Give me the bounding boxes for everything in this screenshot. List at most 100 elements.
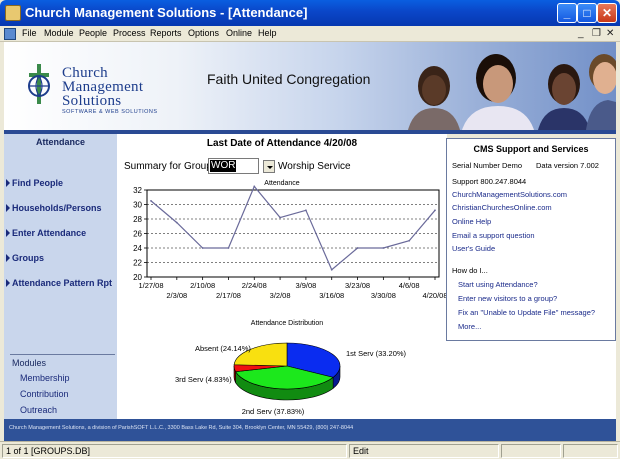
module-contribution[interactable]: Contribution	[20, 389, 69, 399]
pie-label: 2nd Serv (37.83%)	[242, 407, 305, 416]
menu-bar: File Module People Process Reports Optio…	[0, 26, 620, 42]
menu-online[interactable]: Online	[226, 28, 252, 38]
modules-divider	[10, 354, 115, 355]
pie-label: Absent (24.14%)	[195, 344, 251, 353]
x-tick-label: 3/9/08	[295, 281, 316, 290]
mdi-close-button[interactable]: ✕	[606, 28, 614, 39]
status-mode: Edit	[349, 444, 499, 458]
arrow-right-icon	[6, 254, 10, 262]
status-record: 1 of 1 [GROUPS.DB]	[2, 444, 347, 458]
data-point	[279, 216, 281, 219]
sidebar-title: Attendance	[35, 137, 85, 147]
sidebar-item-attendance-pattern[interactable]: Attendance Pattern Rpt	[6, 278, 112, 288]
footer-bar: Church Management Solutions, a division …	[4, 419, 616, 441]
status-cell-4	[563, 444, 618, 458]
x-tick-label: 2/10/08	[190, 281, 215, 290]
link-cms-website[interactable]: ChurchManagementSolutions.com	[452, 190, 567, 199]
pie-label: 3rd Serv (4.83%)	[175, 375, 232, 384]
data-point	[201, 247, 204, 249]
link-email-support[interactable]: Email a support question	[452, 231, 535, 240]
close-button[interactable]: ✕	[597, 3, 617, 23]
data-point	[305, 209, 307, 212]
group-name: Worship Service	[278, 161, 351, 172]
chart-title: Attendance	[264, 180, 300, 187]
data-point	[434, 209, 436, 212]
x-tick-label: 3/30/08	[371, 291, 396, 300]
sidebar: Attendance Find People Households/Person…	[4, 134, 117, 419]
howto-start-attendance[interactable]: Start using Attendance?	[458, 280, 538, 289]
minimize-button[interactable]: _	[557, 3, 577, 23]
link-online-help[interactable]: Online Help	[452, 217, 491, 226]
modules-title: Modules	[12, 358, 47, 368]
x-tick-label: 3/16/08	[319, 291, 344, 300]
menu-help[interactable]: Help	[258, 28, 277, 38]
window-title: Church Management Solutions - [Attendanc…	[25, 5, 308, 20]
data-point	[382, 247, 385, 249]
support-panel: CMS Support and Services Serial Number D…	[446, 138, 616, 341]
attendance-pie-chart: Attendance Distribution 1st Serv (33.20%)…	[175, 320, 407, 416]
app-icon[interactable]	[5, 5, 21, 21]
support-title: CMS Support and Services	[473, 144, 589, 154]
data-version: Data version 7.002	[536, 161, 599, 170]
module-membership[interactable]: Membership	[20, 373, 70, 383]
document-icon[interactable]	[4, 28, 16, 40]
link-users-guide[interactable]: User's Guide	[452, 244, 495, 253]
sidebar-item-households[interactable]: Households/Persons	[6, 203, 102, 213]
menu-process[interactable]: Process	[113, 28, 146, 38]
data-point	[408, 239, 411, 242]
mdi-restore-button[interactable]: ❐	[592, 28, 601, 39]
howto-enter-visitors[interactable]: Enter new visitors to a group?	[458, 294, 557, 303]
menu-module[interactable]: Module	[44, 28, 74, 38]
support-phone: Support 800.247.8044	[452, 177, 527, 186]
x-tick-label: 3/23/08	[345, 281, 370, 290]
x-tick-label: 2/17/08	[216, 291, 241, 300]
menu-reports[interactable]: Reports	[150, 28, 182, 38]
group-code: WOR	[210, 160, 237, 172]
maximize-button[interactable]: □	[577, 3, 597, 23]
y-tick-label: 32	[133, 186, 142, 195]
howto-fix-update-file[interactable]: Fix an "Unable to Update File" message?	[458, 308, 595, 317]
menu-file[interactable]: File	[22, 28, 37, 38]
logo-wordmark: Church Management Solutions	[62, 65, 144, 109]
y-tick-label: 28	[133, 215, 142, 224]
x-tick-label: 3/2/08	[270, 291, 291, 300]
arrow-right-icon	[6, 229, 10, 237]
serial-number: Serial Number Demo	[452, 161, 523, 170]
link-churches-online[interactable]: ChristianChurchesOnline.com	[452, 203, 552, 212]
howto-more[interactable]: More...	[458, 322, 481, 331]
page-title: Last Date of Attendance 4/20/08	[206, 138, 358, 149]
logo-tagline: SOFTWARE & WEB SOLUTIONS	[62, 109, 158, 115]
congregation-photo	[408, 54, 616, 130]
x-tick-label: 2/24/08	[242, 281, 267, 290]
x-tick-label: 1/27/08	[138, 281, 163, 290]
right-panel-background	[446, 341, 616, 419]
data-point	[253, 185, 256, 188]
data-point	[330, 268, 333, 271]
title-bar: Church Management Solutions - [Attendanc…	[0, 0, 620, 26]
x-tick-label: 2/3/08	[166, 291, 187, 300]
y-tick-label: 26	[133, 230, 142, 239]
sidebar-item-groups[interactable]: Groups	[6, 253, 44, 263]
congregation-name: Faith United Congregation	[207, 71, 371, 87]
group-select[interactable]: WOR	[208, 158, 259, 174]
sidebar-item-find-people[interactable]: Find People	[6, 178, 63, 188]
header-banner: Church Management Solutions SOFTWARE & W…	[4, 42, 616, 130]
mdi-minimize-button[interactable]: _	[578, 28, 584, 39]
chart-title: Attendance Distribution	[251, 320, 323, 327]
x-tick-label: 4/20/08	[422, 291, 447, 300]
summary-label: Summary for Group	[124, 161, 212, 172]
module-outreach[interactable]: Outreach	[20, 405, 57, 415]
y-tick-label: 24	[133, 244, 142, 253]
chevron-down-icon[interactable]	[263, 160, 275, 173]
sidebar-item-enter-attendance[interactable]: Enter Attendance	[6, 228, 86, 238]
pie-label: 1st Serv (33.20%)	[346, 349, 407, 358]
how-do-i-heading: How do I...	[452, 266, 488, 275]
data-point	[356, 247, 359, 249]
menu-options[interactable]: Options	[188, 28, 219, 38]
status-bar: 1 of 1 [GROUPS.DB] Edit	[0, 441, 620, 459]
data-point	[150, 199, 152, 202]
data-point	[175, 221, 178, 224]
menu-people[interactable]: People	[79, 28, 107, 38]
arrow-right-icon	[6, 179, 10, 187]
globe-cross-icon	[28, 64, 50, 104]
